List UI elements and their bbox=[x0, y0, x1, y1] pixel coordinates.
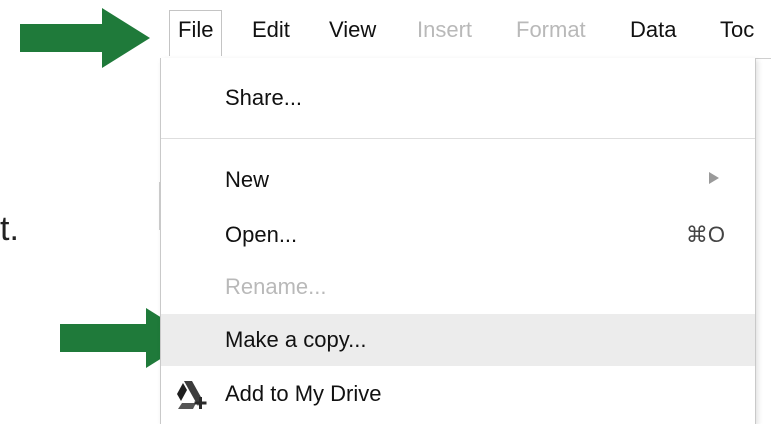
menu-item-make-a-copy[interactable]: Make a copy... bbox=[161, 314, 755, 366]
annotation-arrow-file bbox=[20, 8, 150, 68]
menu-item-label: Rename... bbox=[225, 274, 327, 299]
menu-file[interactable]: File bbox=[169, 10, 223, 56]
menu-separator bbox=[161, 138, 755, 139]
menu-bar: File Edit View Insert Format Data Toc bbox=[160, 2, 771, 59]
background-text: t. bbox=[0, 210, 19, 248]
menu-item-share[interactable]: Share... bbox=[161, 72, 755, 124]
menu-item-label: New bbox=[225, 167, 270, 192]
menu-insert[interactable]: Insert bbox=[417, 17, 472, 43]
menu-item-label: Make a copy... bbox=[225, 327, 367, 352]
menu-format[interactable]: Format bbox=[516, 17, 586, 43]
drive-add-icon bbox=[177, 381, 207, 409]
menu-item-add-to-my-drive[interactable]: Add to My Drive bbox=[161, 368, 755, 420]
file-menu-dropdown: Share... New Open... ⌘O Rename... Make a… bbox=[160, 58, 756, 424]
menu-tools[interactable]: Toc bbox=[720, 17, 754, 43]
menu-data[interactable]: Data bbox=[630, 17, 676, 43]
menu-item-new[interactable]: New bbox=[161, 154, 755, 206]
menu-item-label: Share... bbox=[225, 85, 303, 110]
menu-item-label: Open... bbox=[225, 222, 298, 247]
menu-item-label: Add to My Drive bbox=[225, 381, 382, 406]
submenu-arrow-icon bbox=[709, 172, 719, 184]
menu-edit[interactable]: Edit bbox=[252, 17, 290, 43]
menu-view[interactable]: View bbox=[329, 17, 376, 43]
menu-item-open[interactable]: Open... ⌘O bbox=[161, 209, 755, 261]
keyboard-shortcut: ⌘O bbox=[685, 222, 725, 247]
menu-item-rename[interactable]: Rename... bbox=[161, 261, 755, 313]
